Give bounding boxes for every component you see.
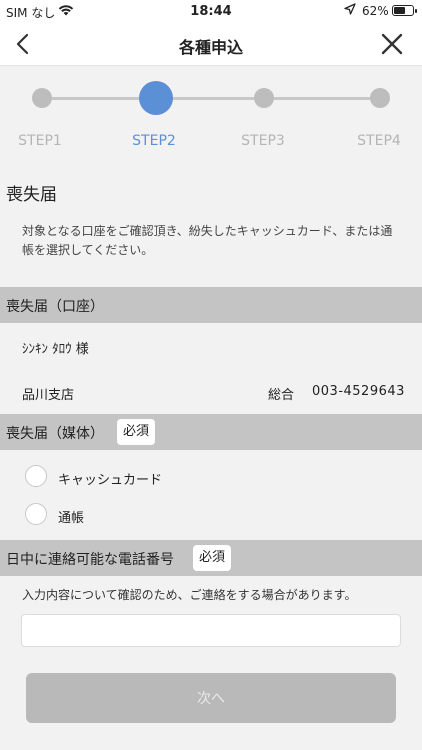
page-title: 各種申込 — [178, 38, 243, 57]
battery-fill — [394, 7, 405, 14]
account-section-title: 喪失届（口座） — [6, 299, 104, 315]
phone-note: 入力内容について確認のため、ご連絡をする場合があります。 — [22, 588, 357, 602]
step-indicator: STEP1 STEP2 STEP3 STEP4 — [0, 66, 422, 166]
radio-label-passbook[interactable]: 通帳 — [58, 507, 84, 526]
nav-bar: 各種申込 — [0, 24, 422, 66]
form-description: 対象となる口座をご確認頂き、紛失したキャッシュカード、または通帳を選択してくださ… — [22, 224, 393, 257]
next-button[interactable]: 次へ — [26, 673, 396, 723]
account-type: 総合 — [268, 388, 295, 403]
radio-cash-card[interactable] — [25, 465, 47, 487]
phone-number-input[interactable] — [21, 614, 401, 647]
account-holder-name: ｼﾝｷﾝ ﾀﾛｳ 様 — [22, 342, 89, 357]
step-track — [42, 97, 380, 100]
battery-percent: 62% — [362, 4, 389, 18]
form-title: 喪失届 — [6, 185, 57, 205]
radio-label-cash-card[interactable]: キャッシュカード — [58, 469, 162, 488]
status-bar: SIM なし 18:44 62% — [0, 0, 422, 24]
required-badge: 必須 — [193, 545, 232, 571]
phone-section-header: 日中に連絡可能な電話番号 必須 — [0, 540, 422, 576]
radio-passbook[interactable] — [25, 503, 47, 525]
step-label-2: STEP2 — [132, 133, 176, 149]
account-number: 003-4529643 — [312, 384, 405, 399]
step-label-3: STEP3 — [241, 133, 285, 149]
step-label-4: STEP4 — [357, 133, 401, 149]
account-section-header: 喪失届（口座） — [0, 287, 422, 323]
step-label-1: STEP1 — [18, 133, 62, 149]
step-dot-4 — [370, 88, 390, 108]
close-icon[interactable] — [377, 29, 407, 59]
required-badge: 必須 — [117, 419, 156, 445]
media-section-header: 喪失届（媒体） 必須 — [0, 414, 422, 450]
media-section-title: 喪失届（媒体） — [6, 426, 104, 442]
step-dot-2 — [139, 81, 173, 115]
status-time: 18:44 — [190, 4, 232, 19]
phone-section-title: 日中に連絡可能な電話番号 — [6, 552, 174, 568]
step-dot-1 — [32, 88, 52, 108]
location-arrow-icon — [344, 3, 356, 18]
battery-icon — [392, 5, 417, 16]
account-branch: 品川支店 — [22, 388, 75, 403]
step-dot-3 — [254, 88, 274, 108]
